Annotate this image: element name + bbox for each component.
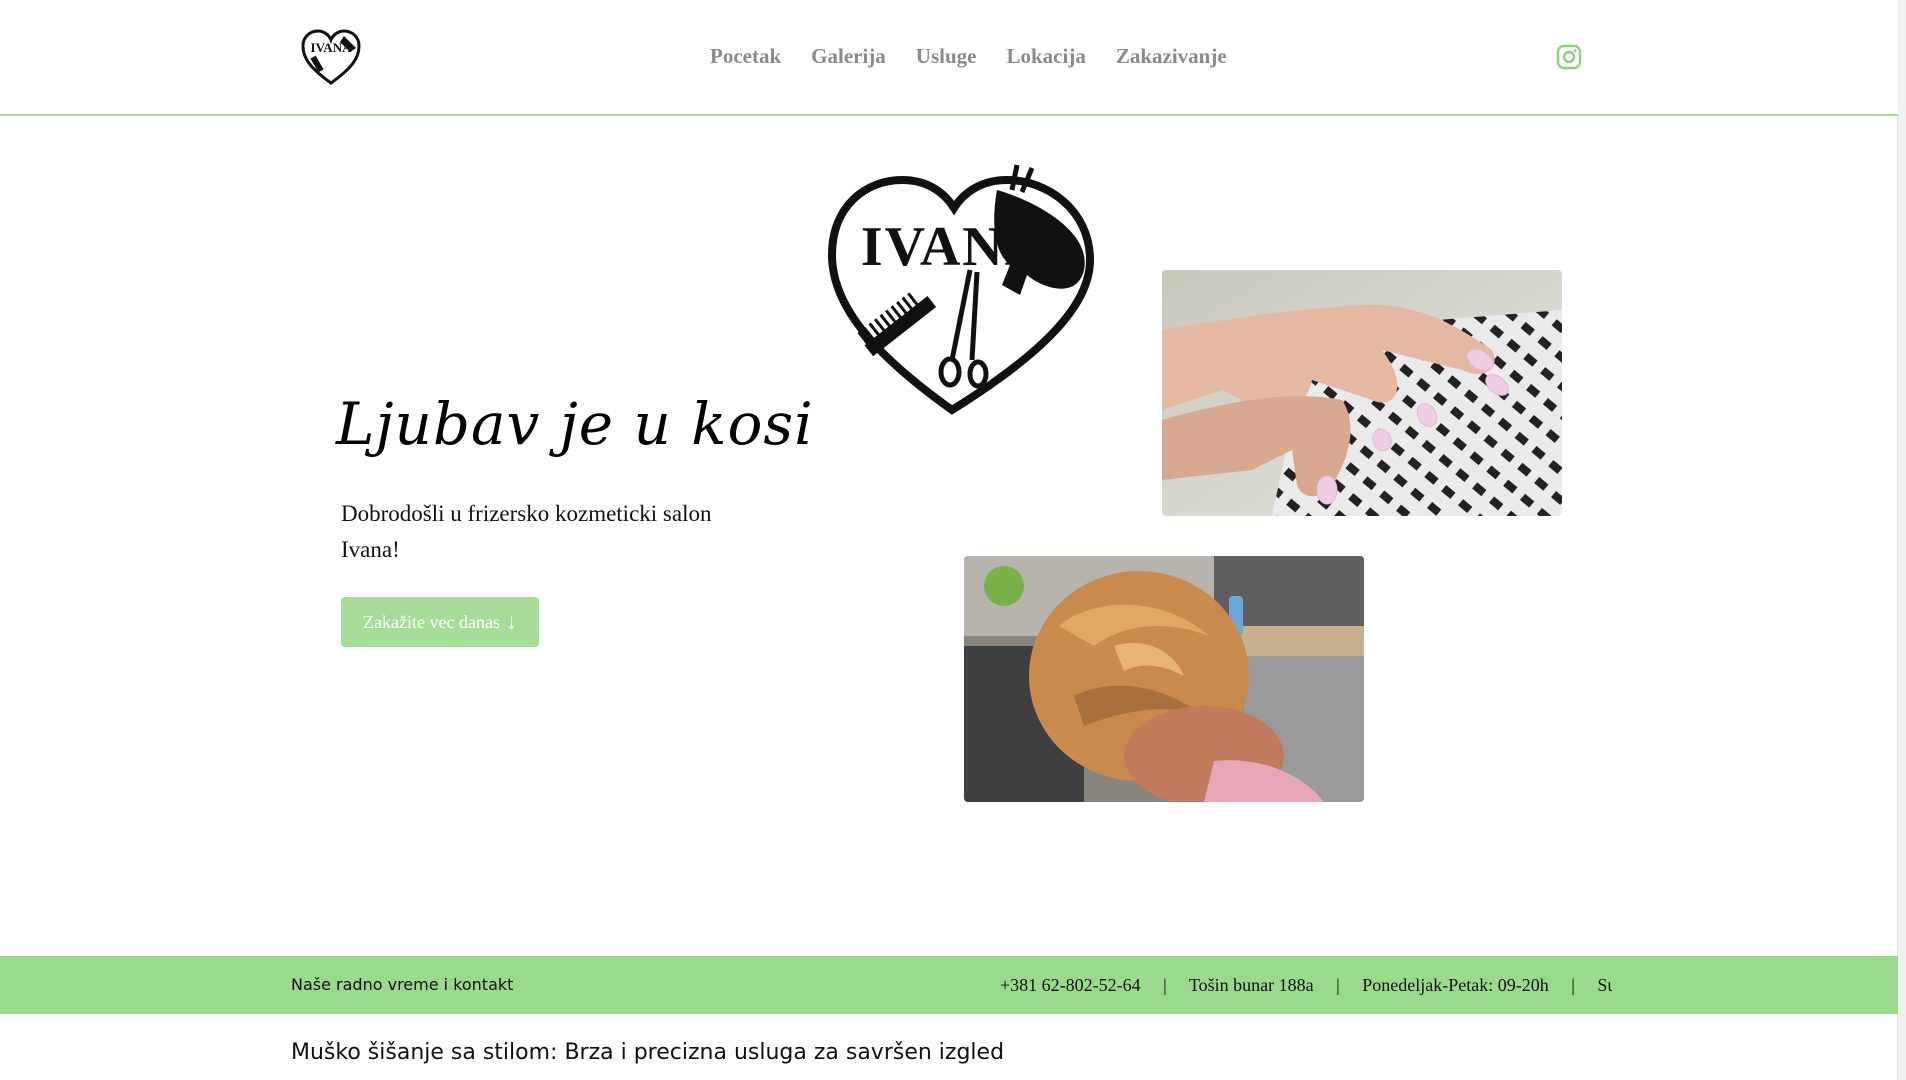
- salon-logo: IVANA: [822, 160, 1102, 420]
- hours-contact-label: Naše radno vreme i kontakt: [291, 975, 514, 994]
- instagram-icon[interactable]: [1556, 44, 1582, 70]
- book-now-button[interactable]: Zakažite vec danas ↓: [341, 597, 539, 647]
- main-nav: Pocetak Galerija Usluge Lokacija Zakaziv…: [710, 44, 1227, 69]
- nav-link-zakazivanje[interactable]: Zakazivanje: [1116, 44, 1227, 69]
- working-hours-next: Sul: [1597, 975, 1612, 995]
- book-now-label: Zakažite vec danas: [363, 611, 500, 632]
- nav-link-usluge[interactable]: Usluge: [916, 44, 977, 69]
- hero-welcome-text: Dobrodošli u frizersko kozmeticki salon …: [341, 501, 712, 562]
- arrow-down-icon: ↓: [505, 609, 517, 634]
- nav-link-galerija[interactable]: Galerija: [811, 44, 886, 69]
- site-header: IVANA Pocetak Galerija Usluge Lokacija Z…: [0, 0, 1898, 116]
- updo-hairstyle-photo: [964, 556, 1364, 802]
- hero-title: Ljubav je u kosi: [336, 390, 814, 458]
- ticker-separator: |: [1163, 975, 1167, 995]
- phone-number[interactable]: +381 62-802-52-64: [1000, 975, 1141, 995]
- logo-small[interactable]: IVANA: [300, 28, 362, 86]
- working-hours: Ponedeljak-Petak: 09-20h: [1362, 975, 1549, 995]
- nails-photo: [1162, 270, 1562, 516]
- address: Tošin bunar 188a: [1188, 975, 1314, 995]
- ticker-separator: |: [1336, 975, 1340, 995]
- page-scrollbar[interactable]: [1897, 0, 1906, 1080]
- contact-ticker: +381 62-802-52-64 | Tošin bunar 188a | P…: [1000, 956, 1612, 1014]
- hours-contact-bar: Naše radno vreme i kontakt +381 62-802-5…: [0, 956, 1898, 1014]
- mens-haircut-heading: Muško šišanje sa stilom: Brza i precizna…: [291, 1040, 1005, 1065]
- nav-link-lokacija[interactable]: Lokacija: [1006, 44, 1085, 69]
- nav-link-pocetak[interactable]: Pocetak: [710, 44, 781, 69]
- ticker-separator: |: [1571, 975, 1575, 995]
